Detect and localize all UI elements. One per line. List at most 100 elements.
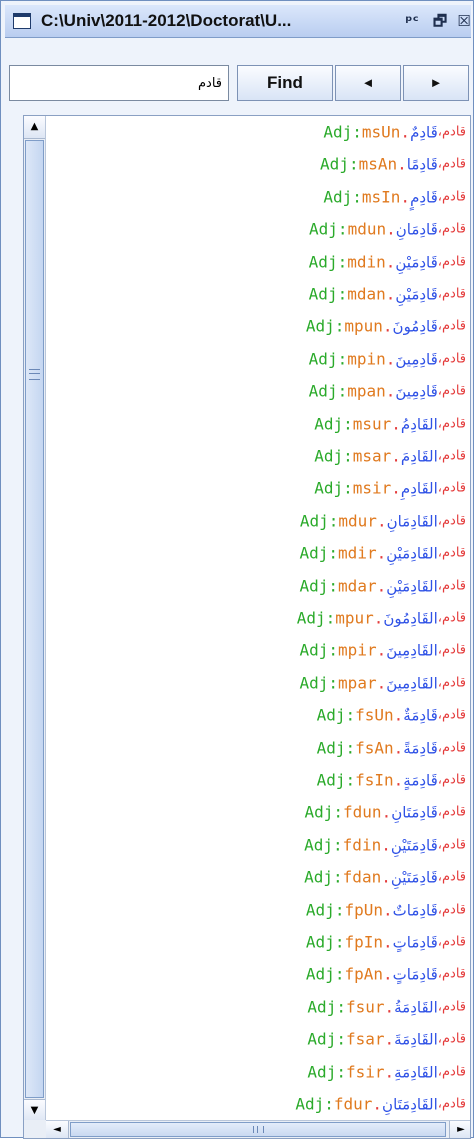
entry-tag: mdun	[347, 219, 387, 239]
window-icon	[13, 13, 31, 29]
list-item[interactable]: Adj:fpIn. قادم،قَادِمَاتٍ	[306, 926, 466, 958]
entry-lemma: قادم	[441, 707, 466, 723]
entry-tag: mpur	[335, 608, 374, 628]
pos-prefix: Adj:	[305, 932, 345, 952]
entry-form: قَادِمَاتٌ	[392, 901, 438, 920]
list-item[interactable]: Adj:fdin. قادم،قَادِمَتَيْنِ	[304, 829, 466, 861]
list-item[interactable]: Adj:fdur. قادم،القَادِمَتَانِ	[295, 1088, 466, 1120]
list-item[interactable]: Adj:fdan. قادم،قَادِمَتَيْنِ	[304, 861, 466, 893]
separator: .	[384, 1029, 395, 1049]
entry-form: قَادِمَةً	[403, 739, 438, 758]
separator: .	[373, 608, 384, 628]
entry-lemma: قادم	[441, 934, 466, 950]
entry-lemma: قادم	[441, 221, 466, 237]
list-item[interactable]: Adj:msur. قادم،القَادِمُ	[314, 408, 466, 440]
entry-lemma: قادم	[441, 156, 466, 172]
entry-lemma: قادم	[441, 772, 466, 788]
search-input[interactable]	[9, 65, 229, 101]
list-item[interactable]: Adj:fsar. قادم،القَادِمَةَ	[307, 1023, 466, 1055]
close-button[interactable]: ☒	[453, 10, 474, 32]
list-item[interactable]: Adj:msIn. قادم،قَادِمٍ	[323, 181, 466, 213]
entry-form: قَادِمَتَانِ	[391, 803, 438, 822]
previous-button[interactable]: ◄	[335, 65, 401, 101]
pos-prefix: Adj:	[314, 478, 353, 498]
entry-lemma: قادم	[441, 1064, 466, 1080]
entry-lemma: قادم	[441, 740, 466, 756]
list-item[interactable]: Adj:msir. قادم،القَادِمِ	[314, 472, 466, 504]
list-item[interactable]: Adj:mpan. قادم،قَادِمِينَ	[309, 375, 466, 407]
pos-prefix: Adj:	[295, 1094, 334, 1114]
entry-tag: msUn	[361, 122, 401, 142]
entry-form: قَادِمِينَ	[395, 382, 438, 401]
horizontal-scrollbar[interactable]: ◄ ►	[46, 1120, 470, 1138]
list-item[interactable]: Adj:fpAn. قادم،قَادِمَاتٍ	[306, 958, 466, 990]
list-item[interactable]: Adj:msUn. قادم،قَادِمٌ	[323, 116, 466, 148]
entry-lemma: قادم	[441, 610, 466, 626]
entry-form: القَادِمُ	[400, 415, 438, 434]
vertical-scrollbar[interactable]: ▲ ▼	[24, 116, 46, 1122]
list-item[interactable]: Adj:fpUn. قادم،قَادِمَاتٌ	[306, 894, 466, 926]
list-item[interactable]: Adj:msar. قادم،القَادِمَ	[314, 440, 466, 472]
list-item[interactable]: Adj:fdun. قادم،قَادِمَتَانِ	[305, 796, 467, 828]
horizontal-scroll-thumb[interactable]	[70, 1122, 446, 1137]
entry-tag: mpin	[347, 349, 386, 369]
list-item[interactable]: Adj:fsUn. قادم،قَادِمَةٌ	[317, 699, 466, 731]
title-bar[interactable]: C:\Univ\2011-2012\Doctorat\U... ᵖᶜ 🗗 ☒	[5, 5, 471, 38]
scroll-up-arrow-icon[interactable]: ▲	[24, 116, 45, 139]
pos-prefix: Adj:	[323, 187, 362, 207]
vertical-scroll-thumb[interactable]	[25, 140, 44, 1098]
entry-lemma: قادم	[441, 999, 466, 1015]
scroll-left-arrow-icon[interactable]: ◄	[46, 1121, 69, 1138]
separator: .	[376, 576, 387, 596]
scroll-down-arrow-icon[interactable]: ▼	[24, 1099, 45, 1122]
entry-tag: fsir	[345, 1062, 385, 1082]
separator: .	[382, 900, 393, 920]
pos-prefix: Adj:	[320, 154, 359, 174]
separator: .	[381, 867, 391, 887]
entry-lemma: قادم	[441, 383, 466, 399]
entry-form: قَادِمُونَ	[392, 317, 438, 336]
entry-form: قَادِمٍ	[410, 188, 438, 207]
list-item[interactable]: Adj:fsIn. قادم،قَادِمَةٍ	[317, 764, 466, 796]
list-item[interactable]: Adj:fsAn. قادم،قَادِمَةً	[317, 732, 466, 764]
entry-form: القَادِمِ	[400, 479, 438, 498]
entry-form: قَادِمَتَيْنِ	[390, 868, 438, 887]
list-item[interactable]: Adj:mpin. قادم،قَادِمِينَ	[309, 343, 466, 375]
minimize-button[interactable]: ᵖᶜ	[401, 10, 423, 32]
separator: .	[385, 284, 396, 304]
separator: .	[381, 802, 392, 822]
list-item[interactable]: Adj:mpir. قادم،القَادِمِينَ	[300, 634, 466, 666]
separator: .	[393, 705, 404, 725]
list-item[interactable]: Adj:msAn. قادم،قَادِمًا	[320, 148, 466, 180]
separator: .	[393, 770, 404, 790]
list-item[interactable]: Adj:mdar. قادم،القَادِمَيْنِ	[300, 570, 466, 602]
entry-lemma: قادم	[441, 1031, 466, 1047]
list-item[interactable]: Adj:fsir. قادم،القَادِمَةِ	[307, 1056, 466, 1088]
list-item[interactable]: Adj:mdur. قادم،القَادِمَانِ	[300, 505, 466, 537]
list-item[interactable]: Adj:mdun. قادم،قَادِمَانِ	[309, 213, 466, 245]
list-item[interactable]: Adj:mpur. قادم،القَادِمُونَ	[297, 602, 466, 634]
find-button[interactable]: Find	[237, 65, 333, 101]
scroll-right-arrow-icon[interactable]: ►	[449, 1121, 470, 1138]
entry-form: قَادِمَانِ	[395, 220, 438, 239]
entry-form: قَادِمَتَيْنِ	[390, 836, 438, 855]
next-button[interactable]: ►	[403, 65, 469, 101]
entry-tag: fsar	[345, 1029, 385, 1049]
maximize-button[interactable]: 🗗	[429, 10, 451, 32]
list-item[interactable]: Adj:mdir. قادم،القَادِمَيْنِ	[300, 537, 466, 569]
separator: .	[384, 997, 395, 1017]
entry-lemma: قادم	[441, 1096, 466, 1112]
list-item[interactable]: Adj:fsur. قادم،القَادِمَةُ	[307, 991, 466, 1023]
entry-lemma: قادم	[441, 513, 466, 529]
list-item[interactable]: Adj:mpar. قادم،القَادِمِينَ	[300, 667, 466, 699]
entry-form: القَادِمَةُ	[394, 998, 438, 1017]
entry-form: القَادِمَيْنِ	[386, 577, 438, 596]
entry-form: قَادِمٌ	[410, 123, 438, 142]
results-list[interactable]: Adj:msUn. قادم،قَادِمٌ Adj:msAn. قادم،قَادِ…	[46, 116, 470, 1139]
list-item[interactable]: Adj:mdan. قادم،قَادِمَيْنِ	[309, 278, 466, 310]
list-item[interactable]: Adj:mpun. قادم،قَادِمُونَ	[306, 310, 466, 342]
entry-form: قَادِمًا	[406, 155, 438, 174]
entry-form: القَادِمَ	[400, 447, 438, 466]
list-item[interactable]: Adj:mdin. قادم،قَادِمَيْنِ	[309, 246, 466, 278]
separator: .	[386, 219, 396, 239]
